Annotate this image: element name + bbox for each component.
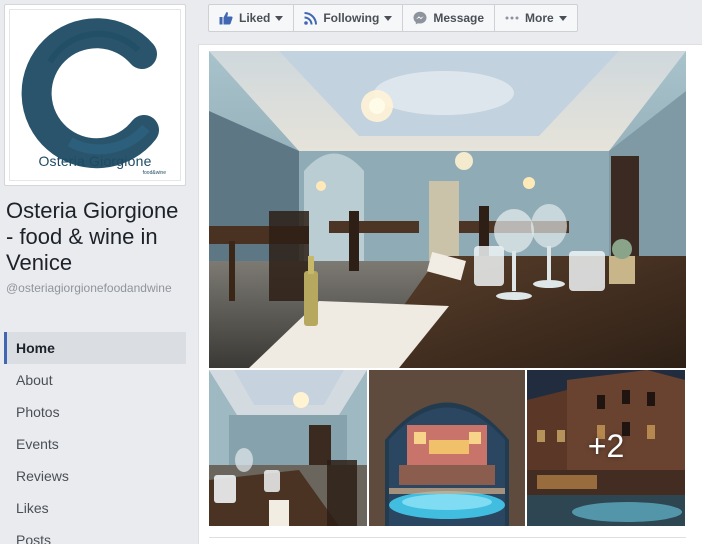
photo-building-night[interactable]: +2 — [527, 370, 685, 526]
chevron-down-icon — [275, 15, 284, 21]
restaurant-interior-image — [209, 51, 686, 368]
courtyard-pool-image — [369, 370, 525, 526]
photo-dining-room[interactable] — [209, 370, 367, 526]
nav-item-photos[interactable]: Photos — [4, 396, 186, 428]
photos-card: +2 — [198, 44, 702, 544]
facebook-page: Osteria Giorgione food&wine Osteria Gior… — [0, 0, 702, 544]
nav-item-about[interactable]: About — [4, 364, 186, 396]
page-username[interactable]: @osteriagiorgionefoodandwine — [6, 281, 188, 296]
more-photos-count: +2 — [587, 428, 625, 464]
nav-item-posts[interactable]: Posts — [4, 524, 186, 544]
photo-courtyard-pool[interactable] — [369, 370, 525, 526]
ellipsis-icon — [505, 16, 519, 20]
dining-room-image — [209, 370, 367, 526]
profile-picture[interactable]: Osteria Giorgione food&wine — [4, 4, 186, 186]
following-label: Following — [323, 11, 380, 25]
more-label: More — [525, 11, 554, 25]
card-divider — [209, 537, 686, 538]
thumbs-up-icon — [219, 11, 233, 25]
restaurant-logo: Osteria Giorgione food&wine — [9, 9, 181, 181]
message-button[interactable]: Message — [402, 4, 496, 32]
logo-sub: food&wine — [142, 170, 166, 176]
nav-item-events[interactable]: Events — [4, 428, 186, 460]
page-title[interactable]: Osteria Giorgione - food & wine in Venic… — [6, 198, 190, 276]
photo-restaurant-interior[interactable] — [209, 51, 686, 368]
page-nav: Home About Photos Events Reviews Likes P… — [4, 332, 186, 544]
liked-label: Liked — [239, 11, 271, 25]
more-button[interactable]: More — [494, 4, 578, 32]
logo-name: Osteria Giorgione — [38, 153, 152, 169]
liked-button[interactable]: Liked — [208, 4, 295, 32]
rss-icon — [304, 11, 318, 25]
page-actions: Liked Following Message More — [208, 4, 578, 32]
nav-item-likes[interactable]: Likes — [4, 492, 186, 524]
following-button[interactable]: Following — [293, 4, 404, 32]
nav-item-home[interactable]: Home — [4, 332, 186, 364]
chevron-down-icon — [558, 15, 567, 21]
nav-item-reviews[interactable]: Reviews — [4, 460, 186, 492]
message-label: Message — [433, 11, 485, 25]
chevron-down-icon — [384, 15, 393, 21]
messenger-icon — [413, 11, 427, 25]
